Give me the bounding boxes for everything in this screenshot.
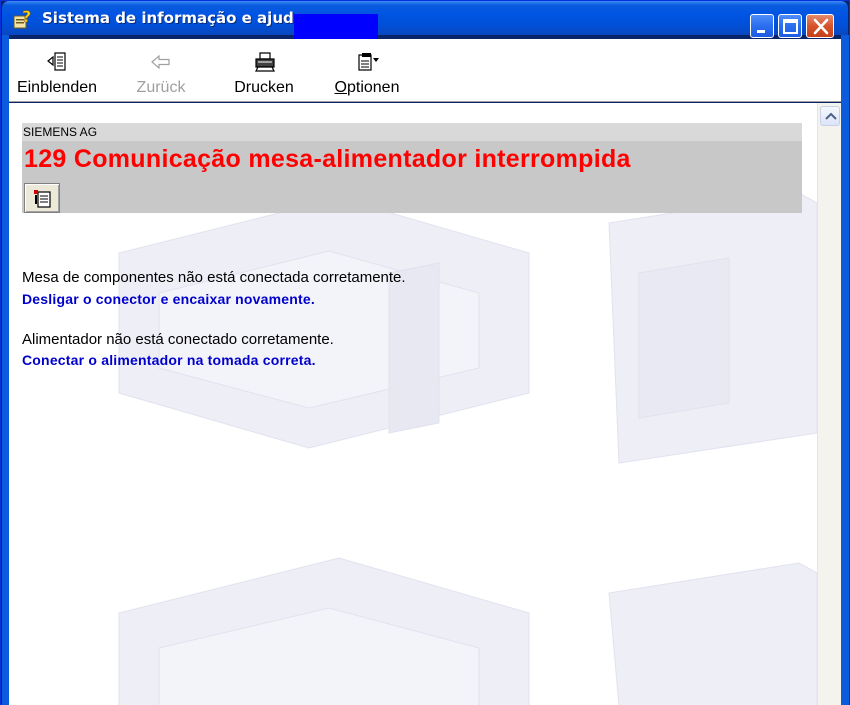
options-label: Optionen: [334, 79, 400, 96]
options-icon: [356, 51, 379, 73]
minimize-button[interactable]: [750, 14, 774, 38]
svg-text:?: ?: [22, 8, 31, 26]
toolbar: Einblenden Zurück Drucken Optionen: [9, 39, 841, 102]
window-frame-right: [841, 35, 849, 705]
back-button[interactable]: Zurück: [124, 39, 198, 101]
page-tools-button[interactable]: [24, 183, 60, 213]
title-highlight: [294, 14, 378, 40]
issue-2-problem: Alimentador não está conectado corretame…: [22, 331, 334, 348]
page-tools-icon: [34, 190, 51, 208]
issue-1-solution: Desligar o conector e encaixar novamente…: [22, 291, 315, 307]
issue-1-problem: Mesa de componentes não está conectada c…: [22, 269, 406, 286]
show-button[interactable]: Einblenden: [9, 39, 105, 101]
help-question-icon: ?: [12, 7, 34, 30]
vertical-scrollbar[interactable]: [817, 103, 841, 705]
close-button[interactable]: [806, 14, 834, 38]
window-frame-left: [2, 35, 9, 705]
header-panel: SIEMENS AG 129 Comunicação mesa-alimenta…: [22, 123, 802, 213]
printer-icon: [253, 51, 275, 73]
help-window: ? Sistema de informação e ajuda Einblend…: [0, 0, 850, 705]
chevron-up-icon: [825, 112, 837, 120]
minimize-icon: [757, 30, 765, 33]
show-label: Einblenden: [16, 79, 98, 96]
maximize-button[interactable]: [778, 14, 802, 38]
title-bar[interactable]: ? Sistema de informação e ajuda: [2, 1, 848, 40]
options-button[interactable]: Optionen: [327, 39, 407, 101]
company-name: SIEMENS AG: [23, 125, 98, 139]
help-content: SIEMENS AG 129 Comunicação mesa-alimenta…: [9, 103, 817, 705]
back-label: Zurück: [136, 79, 186, 96]
print-label: Drucken: [234, 79, 294, 96]
show-pane-icon: [46, 51, 68, 73]
close-icon: [813, 18, 829, 35]
issue-2-solution: Conectar o alimentador na tomada correta…: [22, 352, 316, 368]
scroll-up-button[interactable]: [820, 106, 840, 126]
maximize-icon: [783, 19, 798, 34]
window-title: Sistema de informação e ajuda: [42, 9, 304, 27]
company-bar: SIEMENS AG: [22, 123, 802, 141]
back-arrow-icon: [150, 51, 172, 73]
error-title: 129 Comunicação mesa-alimentador interro…: [24, 145, 631, 173]
print-button[interactable]: Drucken: [227, 39, 301, 101]
